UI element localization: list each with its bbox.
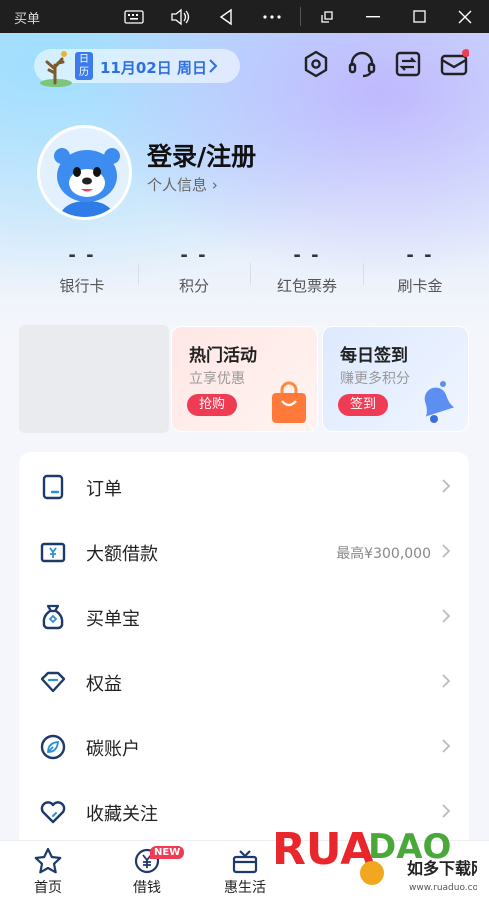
promo-subtitle: 赚更多积分 [340, 371, 410, 387]
stat-label: 银行卡 [59, 277, 105, 295]
calendar-pill[interactable]: 日历 11月02日 周日 [34, 49, 240, 87]
tree-icon [40, 51, 72, 87]
chevron-right-icon [442, 674, 451, 688]
chevron-right-icon [442, 609, 451, 623]
nav-label: 首页 [34, 880, 62, 896]
loan-icon [40, 542, 66, 563]
nav-borrow[interactable]: NEW 借钱 [112, 846, 185, 897]
promo-title: 热门活动 [189, 346, 257, 366]
minimize-icon[interactable] [353, 0, 393, 33]
window-titlebar: 买单 [0, 0, 489, 33]
promo-title: 每日签到 [340, 346, 408, 366]
exchange-icon[interactable] [393, 49, 423, 79]
stat-value: - - [68, 245, 96, 266]
stat-bank-card[interactable]: - - 银行卡 [27, 245, 137, 296]
promo-daily-checkin[interactable]: 每日签到 赚更多积分 签到 [322, 326, 469, 432]
stat-label: 积分 [178, 277, 209, 295]
banner-placeholder[interactable] [19, 325, 169, 433]
menu-item-maidanbao[interactable]: 买单宝 [19, 583, 469, 648]
loan-limit-text: 最高¥300,000 [336, 546, 431, 562]
carbon-leaf-icon [40, 734, 66, 760]
message-icon[interactable] [439, 49, 469, 79]
titlebar-divider [300, 7, 301, 26]
menu-item-large-loan[interactable]: 大额借款 最高¥300,000 [19, 518, 469, 583]
menu-label: 大额借款 [86, 544, 158, 565]
order-icon [42, 474, 64, 500]
menu-item-benefits[interactable]: 权益 [19, 648, 469, 713]
menu-label: 收藏关注 [86, 804, 158, 825]
customer-service-icon[interactable] [347, 49, 377, 79]
volume-icon[interactable] [160, 0, 200, 33]
gift-box-icon [232, 850, 258, 874]
stat-value: - - [293, 245, 321, 266]
back-icon[interactable] [206, 0, 246, 33]
menu-label: 订单 [86, 479, 122, 500]
chevron-right-icon [442, 804, 451, 818]
app-name: 买单 [14, 12, 41, 27]
checkin-button[interactable]: 签到 [338, 394, 389, 416]
shopping-bag-icon [272, 381, 306, 423]
star-icon [34, 847, 62, 874]
bell-icon [424, 381, 455, 423]
maximize-icon[interactable] [399, 0, 439, 33]
stat-label: 刷卡金 [397, 277, 443, 295]
stat-coupons[interactable]: - - 红包票券 [252, 245, 362, 296]
nav-label: 惠生活 [224, 880, 266, 896]
menu-list: 订单 大额借款 最高¥300,000 买单宝 权益 碳账户 收藏关注 [19, 452, 469, 852]
stat-points[interactable]: - - 积分 [139, 245, 249, 296]
chevron-right-icon [442, 479, 451, 493]
menu-item-orders[interactable]: 订单 [19, 453, 469, 518]
new-badge: NEW [150, 846, 185, 859]
avatar[interactable] [37, 125, 132, 220]
nav-label: 借钱 [133, 880, 161, 896]
svg-text:www.ruaduo.com: www.ruaduo.com [409, 883, 477, 893]
more-icon[interactable] [252, 0, 292, 33]
watermark-logo: RUA DAO 如多下载网 www.ruaduo.com [272, 818, 487, 898]
restore-icon[interactable] [307, 0, 347, 33]
diamond-icon [40, 671, 66, 693]
menu-label: 买单宝 [86, 609, 140, 630]
svg-text:RUA: RUA [272, 824, 374, 875]
stat-value: - - [406, 245, 434, 266]
divider [250, 263, 251, 285]
promo-subtitle: 立享优惠 [189, 371, 245, 387]
login-register-link[interactable]: 登录/注册 [147, 137, 256, 173]
promo-hot-activity[interactable]: 热门活动 立享优惠 抢购 [171, 326, 318, 432]
personal-info-link[interactable]: 个人信息 › [147, 174, 218, 195]
date-text: 11月02日 周日 [100, 59, 207, 77]
buy-now-button[interactable]: 抢购 [187, 394, 238, 416]
keyboard-icon[interactable] [114, 0, 154, 33]
chevron-right-icon [442, 739, 451, 753]
menu-label: 权益 [86, 674, 122, 695]
calendar-tag: 日历 [75, 52, 93, 80]
stat-card-gold[interactable]: - - 刷卡金 [365, 245, 475, 296]
divider [363, 263, 364, 285]
menu-label: 碳账户 [86, 739, 140, 760]
nav-home[interactable]: 首页 [13, 847, 83, 897]
stats-row: - - 银行卡 - - 积分 - - 红包票券 - - 刷卡金 [0, 245, 489, 305]
heart-icon [40, 801, 66, 824]
stat-label: 红包票券 [276, 277, 337, 295]
svg-text:如多下载网: 如多下载网 [407, 859, 477, 878]
money-bag-icon [42, 604, 64, 630]
close-icon[interactable] [445, 0, 485, 33]
chevron-right-icon [442, 544, 451, 558]
chevron-right-icon [209, 59, 218, 73]
settings-icon[interactable] [301, 49, 331, 79]
nav-life[interactable]: 惠生活 [210, 847, 280, 897]
stat-value: - - [180, 245, 208, 266]
menu-item-carbon-account[interactable]: 碳账户 [19, 713, 469, 778]
